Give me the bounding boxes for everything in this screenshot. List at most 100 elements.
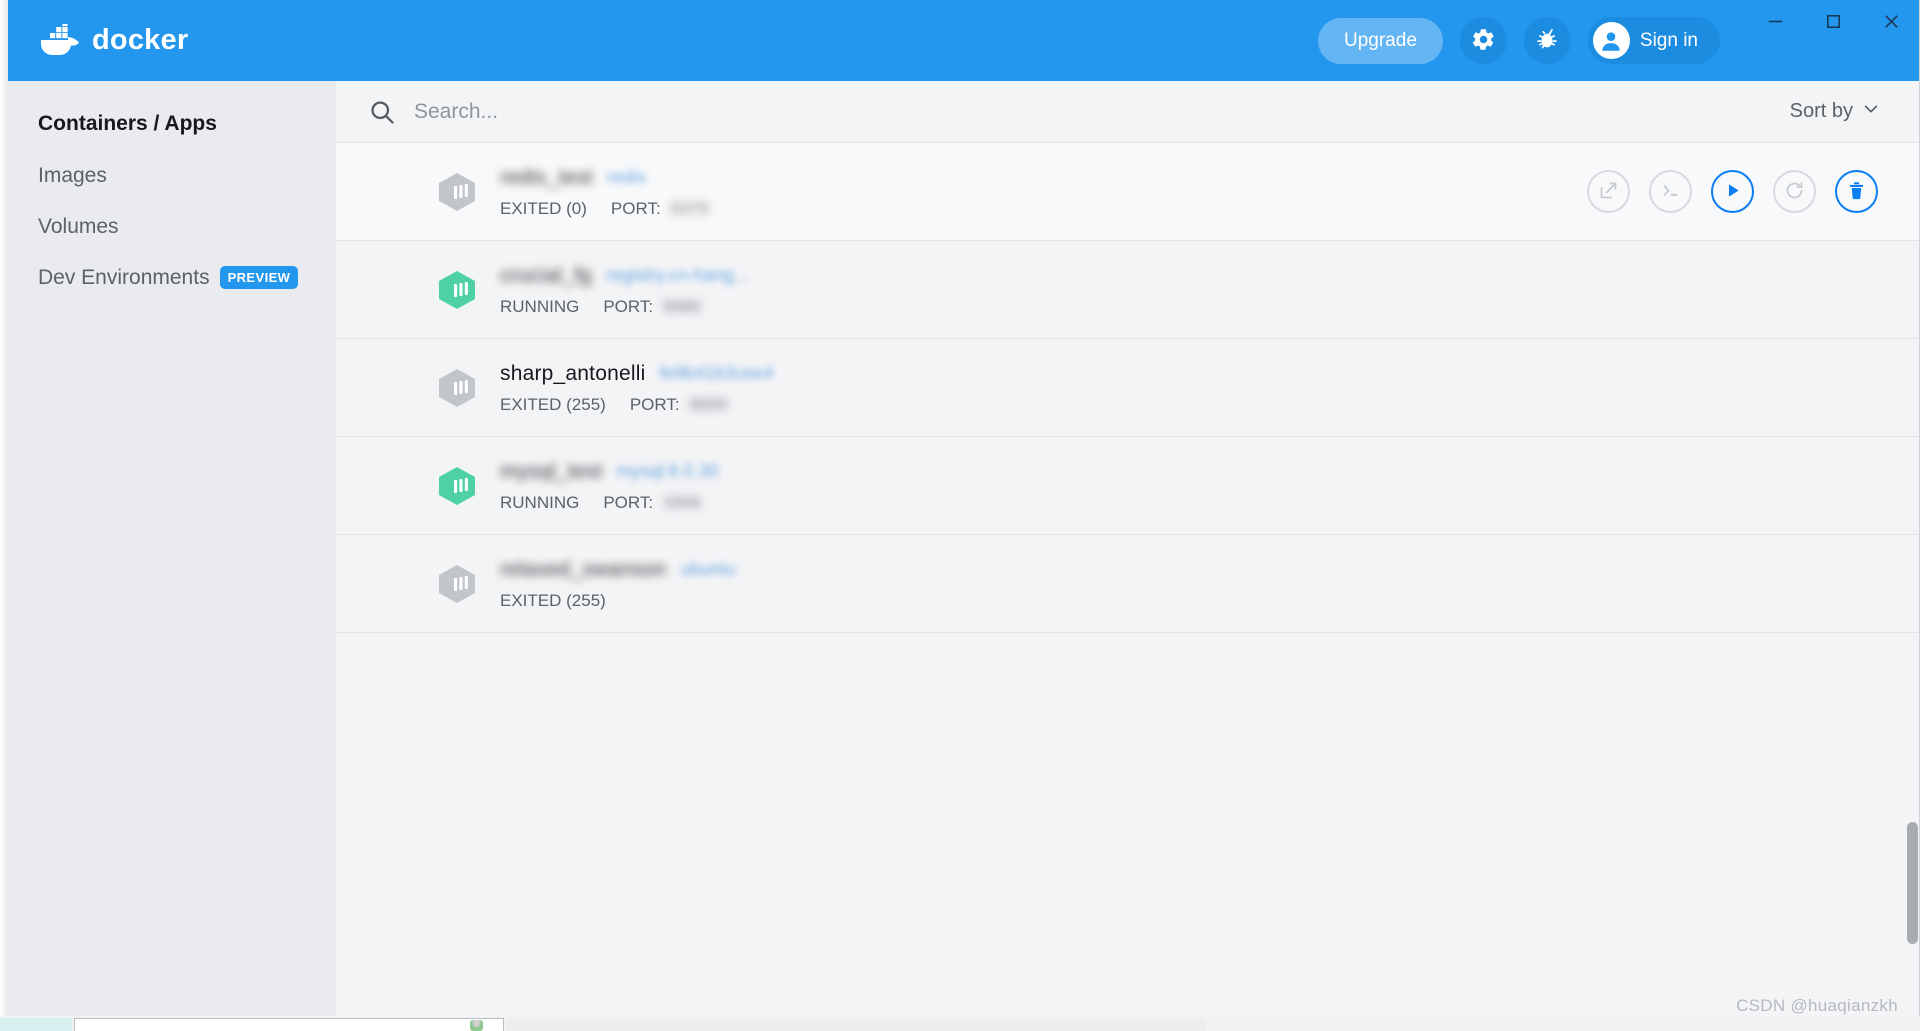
sign-in-label: Sign in — [1639, 29, 1698, 51]
container-name: relaxed_swanson — [500, 557, 667, 581]
taskbar-app-icon[interactable] — [470, 1020, 483, 1031]
container-info: mysql_test mysql:8.0.30 RUNNING PORT: 3306 — [500, 459, 718, 513]
docker-wordmark: docker — [92, 24, 189, 56]
settings-button[interactable] — [1459, 17, 1507, 64]
container-status: EXITED (255) — [500, 590, 606, 610]
title-bar: docker Upgrade Sign in — [8, 0, 1919, 81]
bug-icon — [1534, 26, 1560, 55]
container-status: RUNNING — [500, 296, 580, 316]
sidebar-item-label: Dev Environments — [38, 265, 210, 289]
taskbar-open-window[interactable] — [74, 1018, 504, 1031]
container-stopped-icon — [434, 169, 480, 215]
preview-badge: PREVIEW — [219, 266, 299, 289]
start-button[interactable] — [1711, 170, 1754, 213]
start-icon — [1722, 180, 1743, 204]
user-avatar-icon — [1592, 22, 1630, 59]
gear-icon — [1471, 27, 1496, 55]
container-image: registry.cn-hang... — [605, 265, 749, 285]
window-left-edge — [0, 0, 8, 1016]
search-icon — [368, 98, 396, 126]
container-name: redis_test — [500, 165, 594, 189]
container-port-value: 6379 — [670, 198, 709, 218]
container-row[interactable]: mysql_test mysql:8.0.30 RUNNING PORT: 3306 — [336, 437, 1919, 535]
taskbar-right-area — [506, 1018, 1206, 1031]
container-image: mysql:8.0.30 — [616, 461, 719, 481]
taskbar-left-tile — [0, 1018, 72, 1031]
container-info: crucial_fg registry.cn-hang... RUNNING PORT… — [500, 263, 749, 317]
container-image: fe9b41b3cee4 — [659, 363, 774, 383]
docker-whale-icon — [38, 20, 82, 58]
container-port-value: 8000 — [689, 394, 728, 414]
container-row[interactable]: crucial_fg registry.cn-hang... RUNNING PORT… — [336, 241, 1919, 339]
container-running-icon — [434, 267, 480, 313]
upgrade-button[interactable]: Upgrade — [1318, 17, 1443, 64]
container-info: redis_test redis EXITED (0) PORT: 6379 — [500, 165, 709, 219]
sidebar-item-label: Containers / Apps — [38, 111, 217, 135]
container-port-label: PORT: — [603, 492, 654, 512]
sidebar-item-images[interactable]: Images — [8, 154, 336, 197]
container-row[interactable]: sharp_antonelli fe9b41b3cee4 EXITED (255) P… — [336, 339, 1919, 437]
open-cli-icon — [1660, 180, 1681, 204]
container-image: ubuntu — [680, 559, 736, 579]
search-input[interactable] — [414, 99, 1790, 124]
container-status-row: EXITED (0) PORT: 6379 — [500, 199, 709, 219]
window-shell: docker Upgrade Sign in Containers / Apps… — [8, 0, 1920, 1016]
container-stopped-icon — [434, 365, 480, 411]
container-status-row: EXITED (255) PORT: 8000 — [500, 395, 774, 415]
container-title-row: crucial_fg registry.cn-hang... — [500, 263, 749, 289]
container-port-label: PORT: — [629, 394, 680, 414]
close-button[interactable] — [1862, 0, 1919, 42]
open-in-browser-button[interactable] — [1587, 170, 1630, 213]
container-status-row: RUNNING PORT: 8080 — [500, 297, 749, 317]
row-action-buttons — [1587, 170, 1878, 213]
container-title-row: redis_test redis — [500, 165, 709, 191]
container-image: redis — [607, 167, 647, 187]
container-port-label: PORT: — [610, 198, 661, 218]
container-name: crucial_fg — [500, 263, 592, 287]
container-name: sharp_antonelli — [500, 361, 646, 385]
sidebar-item-containers-apps[interactable]: Containers / Apps — [8, 102, 336, 145]
docker-logo: docker — [38, 20, 189, 58]
sidebar: Containers / Apps Images Volumes Dev Env… — [8, 81, 336, 1016]
delete-icon — [1846, 180, 1867, 204]
container-port-value: 3306 — [663, 492, 701, 512]
watermark-text: CSDN @huaqianzkh — [1736, 996, 1898, 1015]
container-port-value: 8080 — [663, 296, 701, 316]
sidebar-item-label: Images — [38, 163, 107, 187]
delete-button[interactable] — [1835, 170, 1878, 213]
container-status: EXITED (0) — [500, 198, 587, 218]
main-content: Sort by redis_test redis EXITED (0) PORT: 63… — [336, 81, 1919, 1016]
search-toolbar: Sort by — [336, 81, 1919, 143]
sort-by-label: Sort by — [1789, 100, 1853, 122]
window-controls — [1746, 0, 1919, 81]
container-row[interactable]: relaxed_swanson ubuntu EXITED (255) — [336, 535, 1919, 633]
restart-icon — [1784, 180, 1805, 204]
sort-by-dropdown[interactable]: Sort by — [1790, 100, 1880, 124]
sign-in-button[interactable]: Sign in — [1587, 17, 1720, 64]
sidebar-item-volumes[interactable]: Volumes — [8, 205, 336, 248]
container-info: sharp_antonelli fe9b41b3cee4 EXITED (255) P… — [500, 361, 774, 415]
restart-button[interactable] — [1773, 170, 1816, 213]
container-status-row: RUNNING PORT: 3306 — [500, 493, 718, 513]
container-status-row: EXITED (255) — [500, 591, 736, 611]
titlebar-actions: Upgrade Sign in — [1318, 0, 1919, 81]
container-status: RUNNING — [500, 492, 580, 512]
container-list: redis_test redis EXITED (0) PORT: 6379 cruci… — [336, 143, 1919, 633]
vertical-scrollbar[interactable] — [1906, 81, 1919, 1016]
container-row[interactable]: redis_test redis EXITED (0) PORT: 6379 — [336, 143, 1919, 241]
maximize-button[interactable] — [1804, 0, 1862, 42]
troubleshoot-button[interactable] — [1523, 17, 1571, 64]
sidebar-item-label: Volumes — [38, 214, 119, 238]
container-stopped-icon — [434, 561, 480, 607]
container-info: relaxed_swanson ubuntu EXITED (255) — [500, 557, 736, 611]
open-in-browser-icon — [1598, 180, 1619, 204]
sidebar-item-dev-environments[interactable]: Dev Environments PREVIEW — [8, 256, 336, 299]
docker-desktop-window: docker Upgrade Sign in Containers / Apps… — [0, 0, 1920, 1031]
container-name: mysql_test — [500, 459, 603, 483]
container-title-row: relaxed_swanson ubuntu — [500, 557, 736, 583]
open-cli-button[interactable] — [1649, 170, 1692, 213]
container-status: EXITED (255) — [500, 394, 606, 414]
scrollbar-thumb[interactable] — [1907, 822, 1918, 944]
minimize-button[interactable] — [1746, 0, 1804, 42]
container-running-icon — [434, 463, 480, 509]
